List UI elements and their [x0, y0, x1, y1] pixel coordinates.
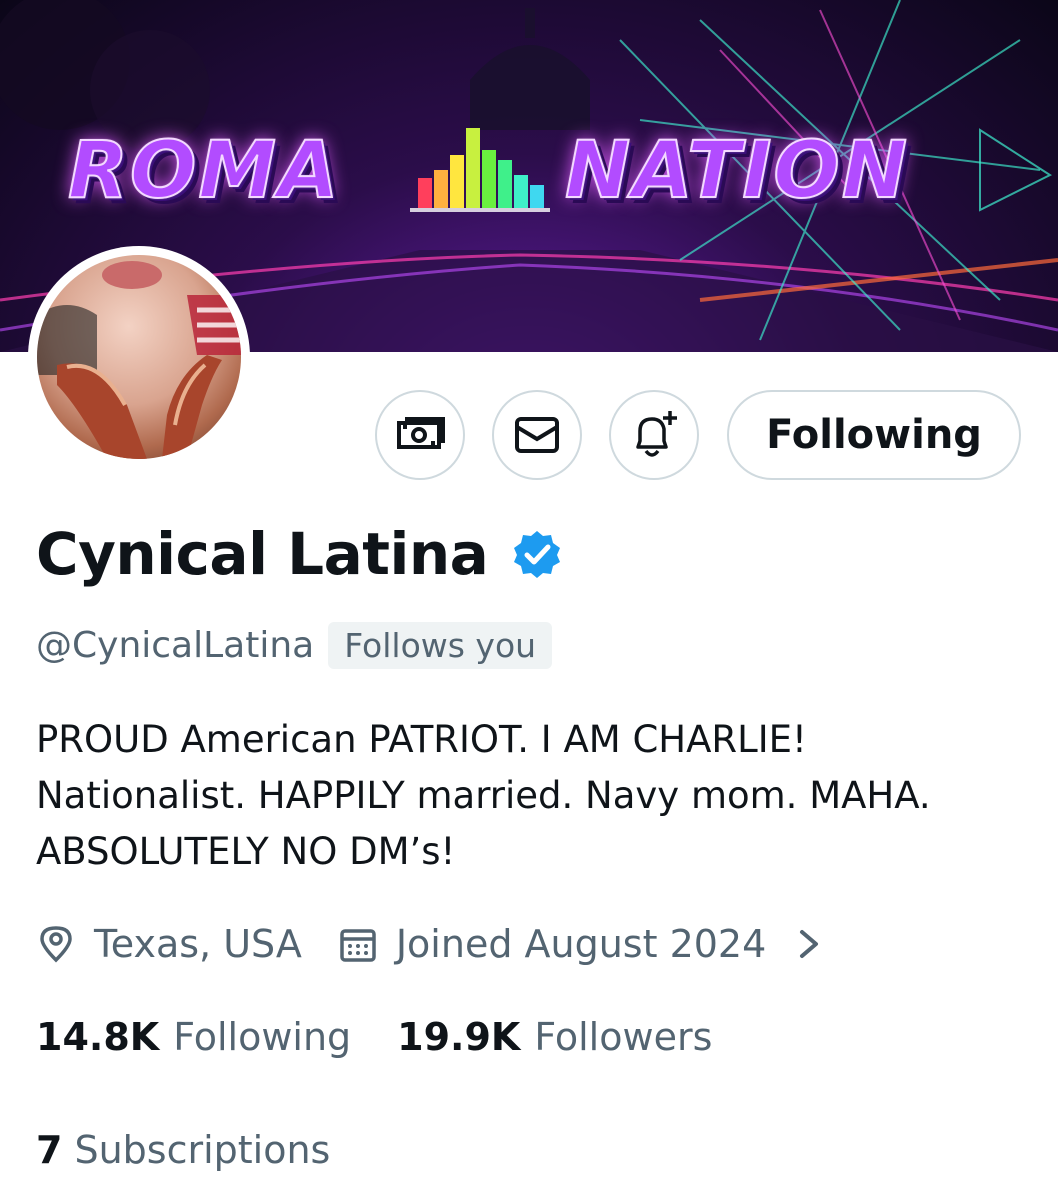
follows-you-badge: Follows you	[328, 622, 553, 669]
followers-count-link[interactable]: 19.9K Followers	[397, 1015, 712, 1059]
subscribe-button[interactable]	[375, 390, 465, 480]
handle-row: @CynicalLatina Follows you	[36, 622, 553, 669]
equalizer-logo-icon	[410, 128, 550, 212]
avatar[interactable]	[37, 255, 241, 459]
bell-plus-icon	[636, 411, 677, 457]
display-name-row: Cynical Latina	[36, 520, 562, 588]
subscriptions-link[interactable]: 7 Subscriptions	[36, 1128, 330, 1172]
following-label: Following	[173, 1015, 352, 1059]
display-name: Cynical Latina	[36, 520, 489, 588]
notify-button[interactable]	[609, 390, 699, 480]
location-pin-icon	[40, 926, 72, 963]
location-text: Texas, USA	[94, 922, 302, 966]
message-button[interactable]	[492, 390, 582, 480]
follow-counts: 14.8K Following 19.9K Followers	[36, 1015, 712, 1059]
following-count: 14.8K	[36, 1015, 160, 1059]
profile-meta: Texas, USA Joined August 2024	[36, 922, 824, 966]
bio-line: Nationalist. HAPPILY married. Navy mom. …	[36, 774, 931, 817]
username-handle: @CynicalLatina	[36, 625, 315, 666]
followers-count: 19.9K	[397, 1015, 521, 1059]
followers-label: Followers	[534, 1015, 713, 1059]
joined-date: Joined August 2024	[395, 922, 767, 966]
calendar-icon	[340, 929, 376, 962]
bio-line: PROUD American PATRIOT. I AM CHARLIE!	[36, 718, 807, 761]
following-count-link[interactable]: 14.8K Following	[36, 1015, 351, 1059]
profile-bio: PROUD American PATRIOT. I AM CHARLIE! Na…	[36, 712, 1036, 880]
banner-title-right: NATION	[564, 125, 909, 217]
verified-badge-icon[interactable]	[512, 529, 562, 579]
subscriptions-label: Subscriptions	[74, 1128, 331, 1172]
bio-line: ABSOLUTELY NO DM’s!	[36, 830, 456, 873]
banner-title-left: ROMA	[67, 125, 341, 217]
chevron-right-icon[interactable]	[794, 924, 824, 964]
envelope-icon	[515, 417, 559, 453]
subscriptions-count: 7	[36, 1128, 63, 1172]
following-button[interactable]: Following	[727, 390, 1021, 480]
money-icon	[397, 417, 445, 449]
avatar-frame	[28, 246, 250, 468]
